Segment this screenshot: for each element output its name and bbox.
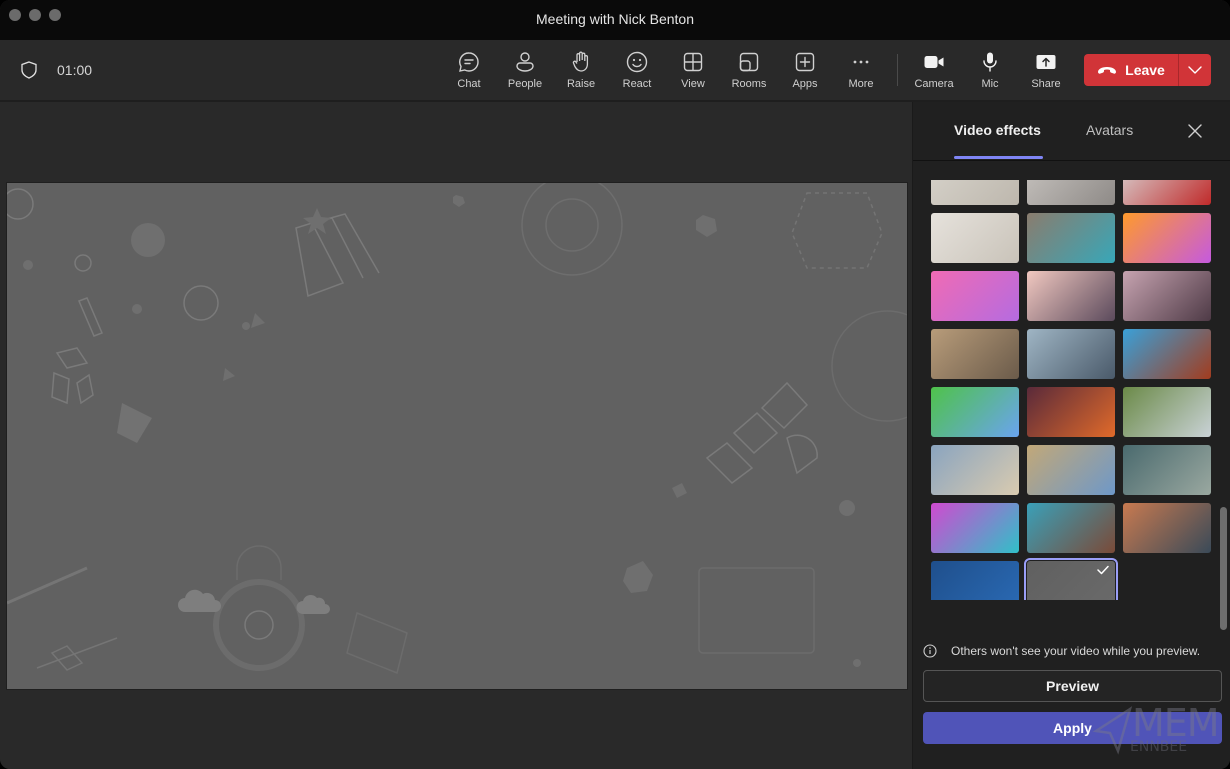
view-button[interactable]: View bbox=[665, 50, 721, 94]
chip-doodle bbox=[791, 192, 883, 269]
close-icon[interactable] bbox=[1187, 123, 1203, 139]
share-icon bbox=[1036, 55, 1056, 69]
bar-chart-doodle bbox=[295, 213, 380, 298]
apps-label: Apps bbox=[792, 78, 818, 90]
cube-doodle bbox=[51, 347, 94, 405]
raise-label: Raise bbox=[566, 78, 596, 90]
background-thumbnail[interactable] bbox=[1027, 180, 1115, 205]
background-thumbnail[interactable] bbox=[1027, 503, 1115, 553]
preview-note: Others won't see your video while you pr… bbox=[923, 644, 1200, 658]
background-thumbnail[interactable] bbox=[931, 561, 1019, 600]
more-button[interactable]: More bbox=[833, 50, 889, 94]
satellite-doodle bbox=[705, 381, 809, 484]
background-thumbnail[interactable] bbox=[1123, 503, 1211, 553]
cloud-doodle bbox=[178, 589, 221, 612]
background-thumbnail[interactable] bbox=[931, 271, 1019, 321]
meeting-toolbar: 01:00 Chat People Raise React View Rooms… bbox=[0, 40, 1230, 102]
background-grid bbox=[931, 180, 1213, 600]
apps-button[interactable]: Apps bbox=[777, 50, 833, 94]
mic-button[interactable]: Mic bbox=[962, 50, 1018, 94]
ruler-doodle bbox=[117, 403, 152, 443]
chat-button[interactable]: Chat bbox=[441, 50, 497, 94]
tab-video-effects[interactable]: Video effects bbox=[954, 122, 1041, 138]
leave-button-group: Leave bbox=[1084, 54, 1211, 86]
background-thumbnail[interactable] bbox=[1123, 271, 1211, 321]
circle-doodle bbox=[7, 188, 34, 220]
camera-icon bbox=[924, 56, 944, 68]
background-thumbnail[interactable] bbox=[931, 180, 1019, 205]
background-thumbnail[interactable] bbox=[1027, 387, 1115, 437]
self-video-preview bbox=[6, 182, 908, 690]
background-thumbnail[interactable] bbox=[1123, 387, 1211, 437]
background-thumbnail[interactable] bbox=[931, 503, 1019, 553]
background-thumbnail[interactable] bbox=[1024, 558, 1118, 600]
binary-screen-doodle bbox=[698, 567, 815, 654]
people-button[interactable]: People bbox=[497, 50, 553, 94]
mic-label: Mic bbox=[981, 78, 999, 90]
active-tab-indicator bbox=[954, 156, 1043, 159]
smile-icon bbox=[626, 51, 648, 73]
view-label: View bbox=[681, 78, 705, 90]
leave-label: Leave bbox=[1125, 62, 1165, 78]
doodle-background bbox=[7, 183, 907, 675]
background-thumbnail[interactable] bbox=[1123, 445, 1211, 495]
background-thumbnail[interactable] bbox=[1027, 271, 1115, 321]
react-label: React bbox=[622, 78, 652, 90]
pencil-doodle bbox=[78, 297, 103, 337]
apply-button[interactable]: Apply bbox=[923, 712, 1222, 744]
background-thumbnail[interactable] bbox=[931, 329, 1019, 379]
chat-label: Chat bbox=[457, 78, 481, 90]
raise-hand-button[interactable]: Raise bbox=[553, 50, 609, 94]
hand-icon bbox=[572, 51, 589, 72]
plus-box-icon bbox=[795, 52, 815, 72]
background-thumbnail[interactable] bbox=[1123, 180, 1211, 205]
background-thumbnail[interactable] bbox=[1123, 329, 1211, 379]
hexagon-doodle bbox=[623, 561, 653, 593]
meeting-timer: 01:00 bbox=[57, 62, 93, 78]
info-icon bbox=[923, 644, 937, 658]
background-thumbnail[interactable] bbox=[931, 387, 1019, 437]
video-effects-panel: Video effects Avatars Others won't see y… bbox=[912, 102, 1230, 769]
window-title: Meeting with Nick Benton bbox=[536, 11, 694, 27]
people-icon bbox=[516, 52, 534, 72]
share-label: Share bbox=[1031, 78, 1061, 90]
video-stage bbox=[0, 102, 912, 769]
panel-tabs: Video effects Avatars bbox=[913, 102, 1230, 161]
hang-up-icon bbox=[1098, 67, 1117, 74]
chevron-down-icon bbox=[1188, 66, 1202, 74]
leave-options-button[interactable] bbox=[1179, 54, 1211, 86]
background-thumbnail[interactable] bbox=[1027, 213, 1115, 263]
star-doodle bbox=[303, 208, 331, 234]
checkmark-icon bbox=[1097, 565, 1109, 575]
rooms-label: Rooms bbox=[731, 78, 767, 90]
preview-button[interactable]: Preview bbox=[923, 670, 1222, 702]
more-label: More bbox=[848, 78, 874, 90]
tab-avatars[interactable]: Avatars bbox=[1086, 122, 1133, 138]
camera-label: Camera bbox=[914, 78, 954, 90]
rooms-button[interactable]: Rooms bbox=[721, 50, 777, 94]
ellipsis-icon bbox=[853, 60, 869, 64]
background-thumbnail[interactable] bbox=[931, 213, 1019, 263]
background-thumbnail[interactable] bbox=[1123, 213, 1211, 263]
rooms-icon bbox=[739, 52, 759, 72]
share-button[interactable]: Share bbox=[1018, 50, 1074, 94]
shield-icon[interactable] bbox=[21, 61, 37, 79]
teams-meeting-window: Meeting with Nick Benton 01:00 Chat Peop… bbox=[0, 0, 1230, 769]
camera-button[interactable]: Camera bbox=[906, 50, 962, 94]
background-thumbnail[interactable] bbox=[1027, 329, 1115, 379]
background-thumbnail[interactable] bbox=[931, 445, 1019, 495]
title-bar: Meeting with Nick Benton bbox=[0, 0, 1230, 41]
preview-note-text: Others won't see your video while you pr… bbox=[951, 644, 1201, 658]
toolbar-divider bbox=[897, 54, 898, 86]
leave-button[interactable]: Leave bbox=[1084, 54, 1178, 86]
chat-icon bbox=[459, 52, 479, 72]
lock-dial-doodle bbox=[244, 610, 274, 640]
certificate-doodle bbox=[346, 611, 408, 675]
grid-icon bbox=[683, 52, 703, 72]
react-button[interactable]: React bbox=[609, 50, 665, 94]
people-label: People bbox=[507, 78, 543, 90]
background-thumbnail[interactable] bbox=[1027, 445, 1115, 495]
mic-icon bbox=[983, 52, 997, 72]
panel-scrollbar[interactable] bbox=[1220, 507, 1227, 630]
